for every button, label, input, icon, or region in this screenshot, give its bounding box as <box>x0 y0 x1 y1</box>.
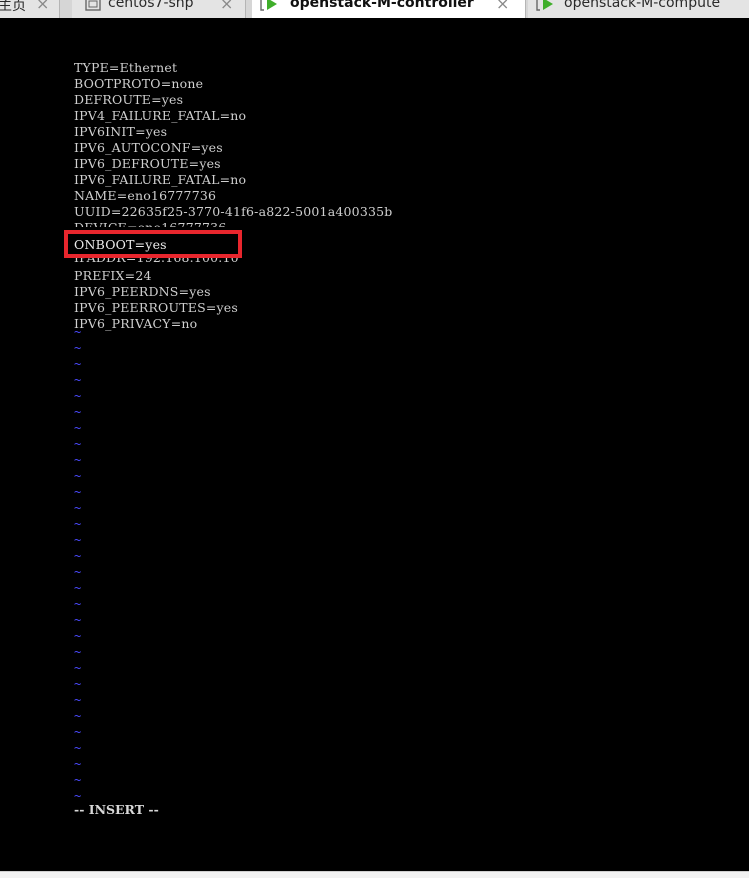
tab-openstack-m-compute[interactable]: openstack-M-compute <box>528 0 749 18</box>
vm-running-icon <box>536 0 553 11</box>
file-line: IPV6_FAILURE_FATAL=no <box>74 172 247 187</box>
tab-openstack-m-controller[interactable]: openstack-M-controller × <box>252 0 526 18</box>
tilde-marker: ~ <box>74 629 82 643</box>
file-line: IPV4_FAILURE_FATAL=no <box>74 108 247 123</box>
tab-bar: 主页 × centos7-snp × openstack-M-controlle… <box>0 0 749 18</box>
file-line: IPV6_PEERDNS=yes <box>74 284 211 299</box>
close-icon[interactable]: × <box>496 0 509 13</box>
tilde-marker: ~ <box>74 517 82 531</box>
highlight-annotation <box>64 230 242 258</box>
tilde-marker: ~ <box>74 421 82 435</box>
status-strip <box>0 871 749 878</box>
vm-running-icon <box>260 0 277 11</box>
tilde-marker: ~ <box>74 453 82 467</box>
tab-home[interactable]: 主页 × <box>0 0 60 18</box>
tilde-marker: ~ <box>74 773 82 787</box>
file-line: DEFROUTE=yes <box>74 92 184 107</box>
tab-openstack-m-controller-label: openstack-M-controller <box>290 0 474 11</box>
tilde-marker: ~ <box>74 597 82 611</box>
file-line: UUID=22635f25-3770-41f6-a822-5001a400335… <box>74 204 393 219</box>
tilde-marker: ~ <box>74 501 82 515</box>
tilde-marker: ~ <box>74 357 82 371</box>
file-line: NAME=eno16777736 <box>74 188 217 203</box>
file-line: IPV6_PRIVACY=no <box>74 316 198 331</box>
tilde-marker: ~ <box>74 485 82 499</box>
file-line: TYPE=Ethernet <box>74 60 178 75</box>
tilde-marker: ~ <box>74 741 82 755</box>
tilde-marker: ~ <box>74 725 82 739</box>
file-line: IPV6INIT=yes <box>74 124 168 139</box>
tilde-marker: ~ <box>74 645 82 659</box>
tilde-marker: ~ <box>74 613 82 627</box>
close-icon[interactable]: × <box>220 0 233 13</box>
file-line: IPV6_AUTOCONF=yes <box>74 140 223 155</box>
tilde-marker: ~ <box>74 533 82 547</box>
tab-centos7-snp-label: centos7-snp <box>108 0 194 11</box>
close-icon[interactable]: × <box>36 0 49 13</box>
tilde-marker: ~ <box>74 693 82 707</box>
file-line: PREFIX=24 <box>74 268 152 283</box>
tab-openstack-m-compute-label: openstack-M-compute <box>564 0 721 11</box>
mode-status: -- INSERT -- <box>74 802 159 817</box>
tab-centos7-snp[interactable]: centos7-snp × <box>72 0 246 18</box>
tilde-marker: ~ <box>74 549 82 563</box>
tilde-marker: ~ <box>74 677 82 691</box>
file-line: BOOTPROTO=none <box>74 76 204 91</box>
tilde-marker: ~ <box>74 325 82 339</box>
file-line: DEVICE=eno16777736 <box>74 220 226 227</box>
tilde-marker: ~ <box>74 437 82 451</box>
vm-console[interactable]: TYPE=Ethernet BOOTPROTO=none DEFROUTE=yes I… <box>0 18 749 871</box>
tilde-marker: ~ <box>74 661 82 675</box>
tilde-marker: ~ <box>74 709 82 723</box>
tilde-marker: ~ <box>74 405 82 419</box>
tilde-marker: ~ <box>74 389 82 403</box>
vm-icon <box>85 0 101 11</box>
tab-home-label: 主页 <box>0 0 26 14</box>
tilde-marker: ~ <box>74 341 82 355</box>
tilde-marker: ~ <box>74 373 82 387</box>
tilde-marker: ~ <box>74 469 82 483</box>
tilde-marker: ~ <box>74 581 82 595</box>
tilde-marker: ~ <box>74 565 82 579</box>
tilde-marker: ~ <box>74 757 82 771</box>
file-line: IPV6_DEFROUTE=yes <box>74 156 221 171</box>
file-line: IPV6_PEERROUTES=yes <box>74 300 239 315</box>
